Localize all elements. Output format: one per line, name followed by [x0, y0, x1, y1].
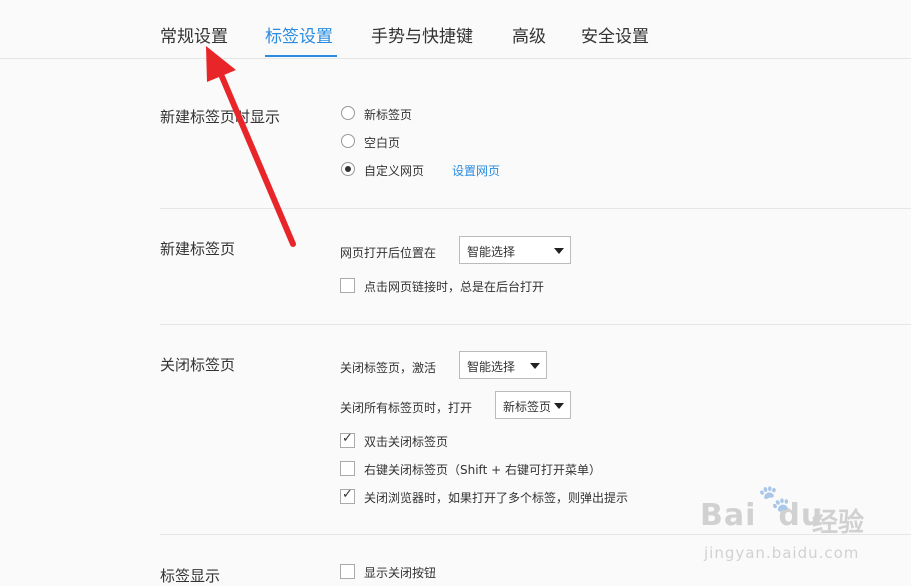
tab-general[interactable]: 常规设置	[160, 22, 228, 47]
activate-label: 关闭标签页，激活	[340, 361, 437, 375]
settings-tab-bar: 常规设置 标签设置 手势与快捷键 高级 安全设置	[0, 0, 911, 59]
section-title: 关闭标签页	[160, 356, 236, 374]
close-all-select[interactable]: 新标签页	[495, 391, 571, 419]
close-all-label: 关闭所有标签页时，打开	[340, 401, 473, 415]
paw-icon: 🐾	[758, 484, 791, 514]
set-page-link[interactable]: 设置网页	[452, 162, 500, 179]
checkbox-label: 点击网页链接时，总是在后台打开	[364, 280, 545, 294]
checkbox-label: 双击关闭标签页	[364, 435, 449, 449]
section-title: 新建标签页	[160, 240, 236, 258]
checkbox-label: 显示关闭按钮	[364, 566, 437, 580]
tab-advanced[interactable]: 高级	[512, 22, 546, 47]
check-icon: ✓	[342, 487, 353, 502]
position-label: 网页打开后位置在	[340, 246, 437, 260]
select-value: 新标签页	[503, 400, 552, 414]
tab-security[interactable]: 安全设置	[581, 22, 649, 47]
bg-open-checkbox[interactable]	[340, 278, 355, 293]
show-close-button-checkbox[interactable]	[340, 564, 355, 579]
watermark-url: jingyan.baidu.com	[704, 544, 860, 562]
tab-gestures-shortcuts[interactable]: 手势与快捷键	[371, 22, 473, 47]
right-click-close-checkbox[interactable]	[340, 461, 355, 476]
radio-new-tab-page[interactable]	[341, 106, 355, 120]
radio-label: 空白页	[364, 136, 401, 150]
select-value: 智能选择	[467, 360, 516, 374]
radio-label: 新标签页	[364, 108, 413, 122]
watermark-cn: 经验	[812, 508, 865, 538]
radio-label: 自定义网页	[364, 164, 425, 178]
select-value: 智能选择	[467, 245, 516, 259]
section-new-tab: 新建标签页 网页打开后位置在 智能选择 点击网页链接时，总是在后台打开	[160, 209, 911, 325]
radio-blank-page[interactable]	[341, 134, 355, 148]
double-click-close-checkbox[interactable]: ✓	[340, 431, 355, 448]
baidu-jingyan-watermark: Bai du 🐾 经验 jingyan.baidu.com	[700, 480, 900, 570]
chevron-down-icon	[554, 248, 564, 254]
active-tab-indicator	[265, 55, 337, 57]
section-title: 标签显示	[160, 567, 221, 585]
checkbox-label: 右键关闭标签页（Shift + 右键可打开菜单）	[364, 463, 601, 477]
section-title: 新建标签页时显示	[160, 108, 281, 126]
chevron-down-icon	[554, 403, 564, 409]
tab-tabs[interactable]: 标签设置	[265, 22, 333, 47]
radio-custom-page[interactable]	[341, 162, 355, 176]
check-icon: ✓	[342, 431, 353, 446]
checkbox-label: 关闭浏览器时，如果打开了多个标签，则弹出提示	[364, 491, 629, 505]
activate-select[interactable]: 智能选择	[459, 351, 547, 379]
section-new-tab-display: 新建标签页时显示 新标签页 空白页 自定义网页 设置网页	[160, 59, 911, 209]
chevron-down-icon	[530, 363, 540, 369]
close-browser-prompt-checkbox[interactable]: ✓	[340, 487, 355, 504]
position-select[interactable]: 智能选择	[459, 236, 571, 264]
